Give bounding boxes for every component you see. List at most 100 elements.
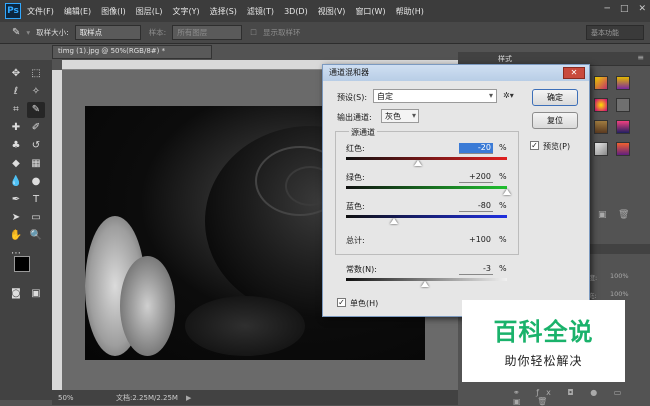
marquee-tool-icon[interactable]: ⬚ <box>27 66 45 82</box>
history-brush-icon[interactable]: ↺ <box>27 138 45 154</box>
vertical-ruler <box>52 70 62 390</box>
chevron-down-icon: ▾ <box>488 91 493 100</box>
red-slider-track[interactable] <box>346 157 507 160</box>
constant-label: 常数(N): <box>346 265 377 274</box>
preset-select[interactable]: 自定 ▾ <box>373 89 497 103</box>
status-arrow-icon[interactable]: ▶ <box>186 394 191 402</box>
output-channel-label: 输出通道: <box>337 113 372 122</box>
menu-view[interactable]: 视图(V) <box>318 6 346 17</box>
sample-select[interactable]: 所有图层 <box>172 25 243 40</box>
style-swatch[interactable] <box>616 76 630 90</box>
style-swatch[interactable] <box>594 120 608 134</box>
hand-tool-icon[interactable]: ✋ <box>7 228 25 244</box>
preset-options-gear-icon[interactable]: ✲▾ <box>503 91 514 100</box>
style-swatch[interactable] <box>594 98 608 112</box>
opacity-value[interactable]: 100% <box>610 272 629 280</box>
pen-tool-icon[interactable]: ✒ <box>7 192 25 208</box>
green-slider-track[interactable] <box>346 186 507 189</box>
ok-button[interactable]: 确定 <box>532 89 578 106</box>
workspace-select[interactable]: 基本功能 <box>586 25 644 40</box>
blue-percent: % <box>499 201 507 210</box>
zoom-level[interactable]: 50% <box>58 394 108 402</box>
green-percent: % <box>499 172 507 181</box>
shape-tool-icon[interactable]: ▭ <box>27 210 45 226</box>
maximize-icon[interactable]: □ <box>620 4 629 14</box>
crop-tool-icon[interactable]: ⌗ <box>7 102 25 118</box>
blue-value-input[interactable]: -80 <box>459 201 493 212</box>
lasso-tool-icon[interactable]: ℓ <box>7 84 25 100</box>
blur-tool-icon[interactable]: 💧 <box>7 174 25 190</box>
dialog-close-button[interactable]: ✕ <box>563 67 585 79</box>
brush-tool-icon[interactable]: ✐ <box>27 120 45 136</box>
sample-size-select[interactable]: 取样点 <box>74 25 141 40</box>
menu-help[interactable]: 帮助(H) <box>396 6 424 17</box>
menu-edit[interactable]: 编辑(E) <box>64 6 91 17</box>
menu-image[interactable]: 图像(I) <box>101 6 126 17</box>
red-slider-thumb[interactable] <box>414 160 423 166</box>
red-percent: % <box>499 143 507 152</box>
menu-window[interactable]: 窗口(W) <box>355 6 385 17</box>
style-swatch[interactable] <box>616 120 630 134</box>
eyedropper-tool-icon[interactable]: ✎ <box>27 102 45 118</box>
blue-slider-track[interactable] <box>346 215 507 218</box>
output-channel-select[interactable]: 灰色 ▾ <box>381 109 419 123</box>
preset-label: 预设(S): <box>337 93 368 102</box>
dialog-titlebar: 通道混和器 ✕ <box>323 65 589 81</box>
style-swatch[interactable] <box>616 142 630 156</box>
red-value-input[interactable]: -20 <box>459 143 493 154</box>
style-swatch[interactable] <box>594 76 608 90</box>
show-ring-checkbox[interactable]: ☐ <box>250 28 257 37</box>
chevron-down-icon: ▾ <box>411 111 416 120</box>
watermark-subtitle: 助你轻松解决 <box>504 354 583 368</box>
red-label: 红色: <box>346 144 365 153</box>
close-icon[interactable]: ✕ <box>638 4 646 14</box>
type-tool-icon[interactable]: T <box>27 192 45 208</box>
preview-label: 预览(P) <box>543 142 571 151</box>
minimize-icon[interactable]: ─ <box>605 4 610 14</box>
leaf-shadow <box>185 296 305 356</box>
healing-brush-icon[interactable]: ✚ <box>7 120 25 136</box>
path-select-icon[interactable]: ➤ <box>7 210 25 226</box>
preview-checkbox[interactable]: ✓ <box>530 141 539 150</box>
menu-3d[interactable]: 3D(D) <box>284 7 308 16</box>
quick-mask-icon[interactable]: ◙ <box>7 286 25 302</box>
fill-value[interactable]: 100% <box>610 290 629 298</box>
reset-button[interactable]: 复位 <box>532 112 578 129</box>
green-slider-thumb[interactable] <box>503 189 511 195</box>
trash-icon[interactable]: 🗑 <box>618 210 629 220</box>
new-style-icon[interactable]: ▣ <box>598 210 607 220</box>
styles-panel-tab[interactable]: 样式 <box>498 54 512 64</box>
dodge-tool-icon[interactable]: ● <box>27 174 45 190</box>
menu-file[interactable]: 文件(F) <box>27 6 54 17</box>
menu-filter[interactable]: 滤镜(T) <box>247 6 274 17</box>
constant-slider-thumb[interactable] <box>421 281 430 287</box>
zoom-tool-icon[interactable]: 🔍 <box>27 228 45 244</box>
style-swatch[interactable] <box>616 98 630 112</box>
options-bar: ✎ ▾ 取样大小: 取样点 样本: 所有图层 ☐ 显示取样环 <box>0 22 650 44</box>
white-flower-petal <box>120 256 175 356</box>
source-channels-title: 源通道 <box>349 127 377 138</box>
clone-stamp-icon[interactable]: ♣ <box>7 138 25 154</box>
monochrome-label: 单色(H) <box>350 299 379 308</box>
layer-action-icons[interactable]: ⚭ ƒx ◘ ● ▭ ▣ 🗑 <box>513 388 650 406</box>
quick-select-icon[interactable]: ✧ <box>27 84 45 100</box>
eyedropper-icon[interactable]: ✎ <box>12 27 20 38</box>
blue-slider-thumb[interactable] <box>390 218 399 224</box>
move-tool-icon[interactable]: ✥ <box>7 66 25 82</box>
monochrome-checkbox[interactable]: ✓ <box>337 298 346 307</box>
menu-type[interactable]: 文字(Y) <box>172 6 199 17</box>
panel-menu-icon[interactable]: ≡ <box>637 53 644 62</box>
style-swatch[interactable] <box>594 142 608 156</box>
menu-select[interactable]: 选择(S) <box>210 6 237 17</box>
menu-layer[interactable]: 图层(L) <box>136 6 163 17</box>
green-value-input[interactable]: +200 <box>459 172 493 183</box>
doc-size-info: 文档:2.25M/2.25M <box>116 393 178 402</box>
tool-preset-chevron-icon[interactable]: ▾ <box>26 28 30 37</box>
document-tab[interactable]: timg (1).jpg @ 50%(RGB/8#) * <box>52 45 212 59</box>
channel-mixer-dialog: 通道混和器 ✕ 预设(S): 自定 ▾ ✲▾ 输出通道: 灰色 ▾ 源通道 红色… <box>322 64 590 317</box>
gradient-tool-icon[interactable]: ▦ <box>27 156 45 172</box>
screen-mode-icon[interactable]: ▣ <box>27 286 45 302</box>
foreground-color-swatch[interactable] <box>14 256 30 272</box>
eraser-tool-icon[interactable]: ◆ <box>7 156 25 172</box>
constant-value-input[interactable]: -3 <box>459 264 493 275</box>
